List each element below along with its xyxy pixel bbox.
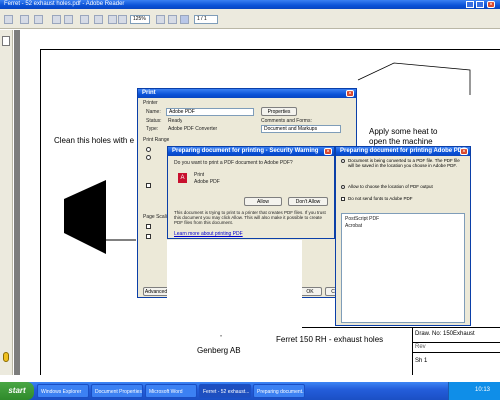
- part-title: Ferret 150 RH - exhaust holes: [276, 335, 384, 344]
- warning-question: Do you want to print a PDF document to A…: [174, 160, 293, 166]
- learn-more-link[interactable]: Learn more about printing PDF: [174, 231, 243, 237]
- taskbar: start Windows Explorer Document Properti…: [0, 382, 500, 400]
- comments-forms-select[interactable]: Document and Markups: [261, 125, 341, 133]
- printer-name-value: Adobe PDF: [169, 109, 195, 115]
- print-dialog-title: Print: [142, 90, 156, 96]
- print-dialog-title-bar: Print: [138, 89, 356, 98]
- clock: 10:13: [475, 387, 491, 393]
- option-text-1: Document is being converted to a PDF fil…: [348, 158, 460, 168]
- list-item-2[interactable]: Acrobat: [345, 223, 362, 229]
- pdf-preparing-title-bar: Preparing document for printing Adobe PD…: [336, 147, 470, 156]
- advanced-button[interactable]: Advanced: [143, 287, 169, 296]
- system-tray: 10:13: [448, 382, 500, 400]
- pdf-preparing-dialog: Preparing document for printing Adobe PD…: [335, 146, 471, 326]
- adobe-pdf-icon: A: [178, 173, 187, 183]
- status-label: Status:: [146, 118, 162, 124]
- pdf-preparing-close-icon[interactable]: ×: [460, 148, 468, 155]
- machine-outline: [357, 62, 471, 95]
- taskbar-item-3[interactable]: Ferret - 52 exhaust...: [199, 384, 251, 398]
- option-text-2: Allow to choose the location of PDF outp…: [348, 184, 433, 189]
- start-button[interactable]: start: [0, 382, 34, 400]
- revision-label: Rev: [415, 344, 426, 350]
- type-value: Adobe PDF Converter: [168, 126, 218, 132]
- comments-forms-label: Comments and Forms:: [261, 118, 312, 124]
- exhaust-black-shape: [64, 180, 106, 254]
- output-list[interactable]: PostScript PDF Acrobat: [341, 213, 465, 323]
- status-value: Ready: [168, 118, 183, 124]
- print-range-label: Print Range: [143, 137, 170, 143]
- option-radio-2[interactable]: [341, 185, 345, 189]
- taskbar-item-0[interactable]: Windows Explorer: [37, 384, 89, 398]
- checkbox-grayscale[interactable]: [146, 234, 151, 239]
- taskbar-item-2[interactable]: Microsoft Word: [145, 384, 197, 398]
- printer-group-label: Printer: [143, 100, 158, 106]
- title-block-divider: [412, 327, 413, 375]
- security-warning-title-bar: Preparing document for printing - Securi…: [168, 147, 334, 156]
- option-radio-1[interactable]: [341, 159, 345, 163]
- taskbar-item-1[interactable]: Document Properties: [91, 384, 143, 398]
- security-warning-title: Preparing document for printing - Securi…: [172, 148, 319, 154]
- list-item-1[interactable]: PostScript PDF: [345, 216, 379, 222]
- type-label: Type:: [146, 126, 159, 132]
- security-warning-close-icon[interactable]: ×: [324, 148, 332, 155]
- drawing-number: Draw. No: 150Exhaust: [415, 331, 475, 337]
- print-dialog-close-icon[interactable]: ×: [346, 90, 354, 97]
- option-checkbox-3[interactable]: [341, 197, 345, 201]
- allow-button[interactable]: Allow: [244, 197, 282, 206]
- warning-item-1: Print: [194, 172, 205, 178]
- warning-item-2: Adobe PDF: [194, 179, 220, 185]
- printer-name-label: Name:: [146, 109, 161, 115]
- comments-forms-value: Document and Markups: [264, 126, 318, 132]
- pdf-preparing-title: Preparing document for printing Adobe PD…: [340, 148, 466, 154]
- radio-all[interactable]: [146, 147, 151, 152]
- radio-current-view[interactable]: [146, 155, 151, 160]
- sheet-number: Sh 1: [415, 358, 428, 364]
- note-right-2: open the machine: [369, 137, 433, 146]
- checkbox-print[interactable]: [146, 183, 151, 188]
- warning-body: This document is trying to print to a pr…: [174, 210, 326, 225]
- title-block-divider-2: [412, 342, 500, 343]
- start-label: start: [8, 386, 26, 395]
- properties-button[interactable]: Properties: [261, 107, 297, 116]
- blank-window: [167, 240, 302, 335]
- company-name-2: Genberg AB: [197, 346, 241, 355]
- title-block-divider-3: [412, 352, 500, 353]
- note-left: Clean this holes with e: [54, 136, 135, 145]
- taskbar-item-4[interactable]: Preparing document...: [253, 384, 305, 398]
- dont-allow-button[interactable]: Don't Allow: [288, 197, 328, 206]
- note-right-1: Apply some heat to: [369, 127, 438, 136]
- security-warning-dialog: Preparing document for printing - Securi…: [167, 146, 335, 239]
- printer-name-select[interactable]: Adobe PDF: [166, 108, 254, 116]
- option-text-3: Do not send fonts to Adobe PDF: [348, 196, 413, 201]
- checkbox-collate[interactable]: [146, 224, 151, 229]
